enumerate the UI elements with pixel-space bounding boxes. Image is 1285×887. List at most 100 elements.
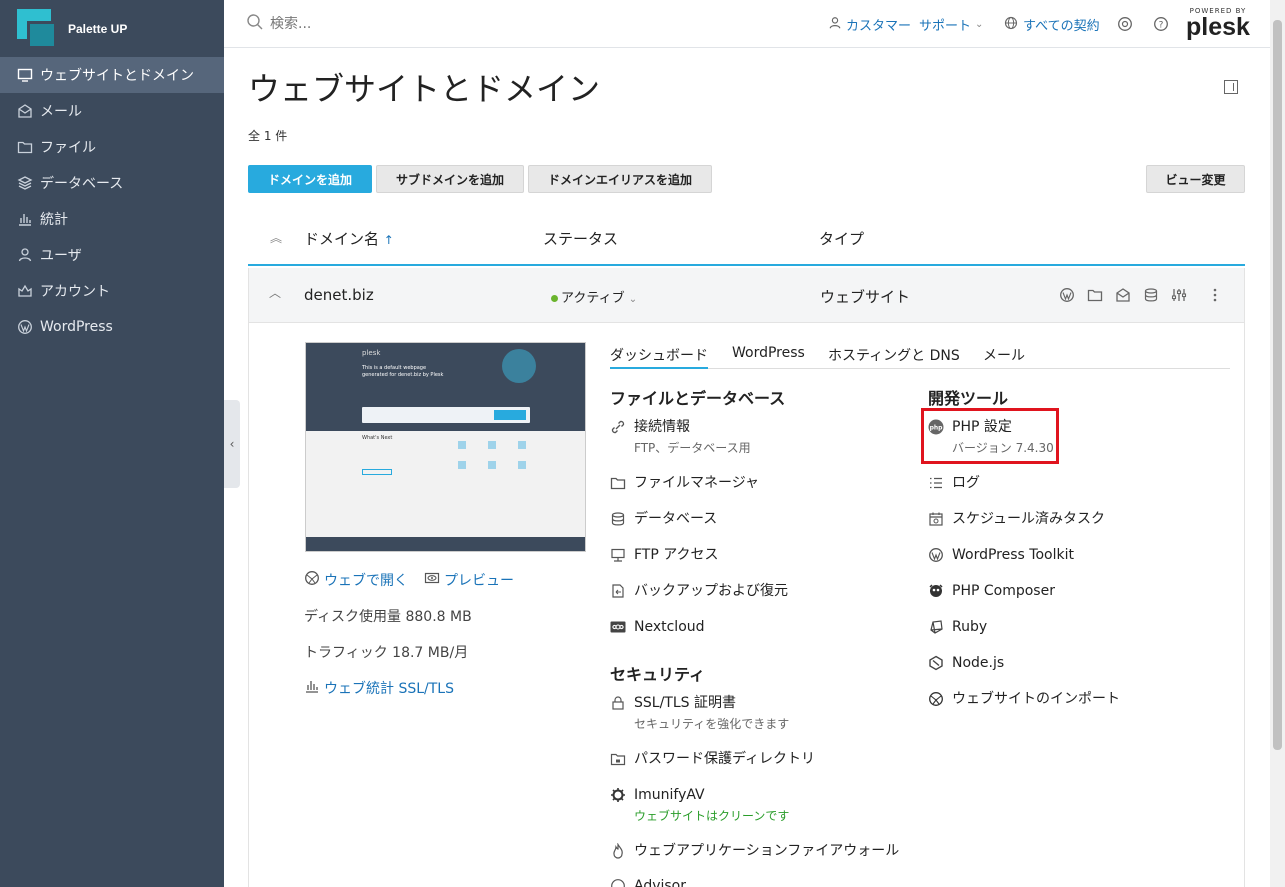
- sidebar-item-mail[interactable]: メール: [0, 93, 224, 129]
- sidebar-item-stats[interactable]: 統計: [0, 201, 224, 237]
- more-options-icon[interactable]: [1206, 286, 1224, 304]
- logs-tool[interactable]: ログ: [927, 474, 980, 492]
- imunifyav-tool[interactable]: ImunifyAV ウェブサイトはクリーンです: [609, 786, 789, 824]
- sidebar-item-wordpress[interactable]: WordPress: [0, 309, 224, 345]
- support-label: サポート: [919, 19, 972, 34]
- add-domain-button[interactable]: ドメインを追加: [248, 165, 372, 193]
- highlight-box: [921, 408, 1059, 464]
- advisor-tool[interactable]: Advisor: [609, 877, 686, 887]
- support-menu[interactable]: サポート ⌄: [919, 15, 983, 34]
- help-icon[interactable]: ?: [1152, 15, 1170, 33]
- tab-dashboard[interactable]: ダッシュボード: [610, 345, 708, 369]
- website-import-tool[interactable]: ウェブサイトのインポート: [927, 690, 1120, 708]
- page-scrollbar[interactable]: [1270, 0, 1285, 887]
- user-icon: [16, 246, 34, 264]
- scrollbar-thumb[interactable]: [1273, 20, 1282, 750]
- tab-mail[interactable]: メール: [983, 345, 1025, 369]
- folder-icon[interactable]: [1086, 286, 1104, 304]
- composer-icon: [927, 582, 945, 600]
- open-web-link[interactable]: ウェブで開く: [304, 570, 408, 590]
- status-badge[interactable]: アクティブ ⌄: [551, 287, 637, 306]
- col-type[interactable]: タイプ: [819, 228, 864, 249]
- preview-link[interactable]: プレビュー: [424, 570, 514, 590]
- search-input[interactable]: [270, 16, 470, 32]
- calendar-icon: [927, 510, 945, 528]
- import-icon: [927, 690, 945, 708]
- svg-text:?: ?: [1159, 21, 1164, 31]
- settings-sliders-icon[interactable]: [1170, 286, 1188, 304]
- tool-label: Node.js: [952, 655, 1005, 671]
- ftp-icon: [609, 546, 627, 564]
- panel-toggle-icon[interactable]: [1224, 80, 1238, 94]
- chevron-up-icon[interactable]: ︿: [269, 284, 281, 301]
- database-icon: [609, 510, 627, 528]
- tool-label: バックアップおよび復元: [634, 583, 788, 599]
- mail-icon: [16, 102, 34, 120]
- chevron-down-icon: ⌄: [628, 294, 638, 305]
- ftp-access-tool[interactable]: FTP アクセス: [609, 546, 719, 564]
- change-view-button[interactable]: ビュー変更: [1146, 165, 1245, 193]
- imunify-icon: [609, 786, 627, 804]
- subscriptions-menu[interactable]: すべての契約: [1004, 15, 1100, 34]
- connection-info-tool[interactable]: 接続情報 FTP、データベース用: [609, 418, 751, 456]
- thumbnail-hero: plesk This is a default webpage generate…: [306, 343, 585, 431]
- link-icon: [609, 418, 627, 436]
- collapse-all-icon[interactable]: ︽: [270, 229, 282, 246]
- nextcloud-tool[interactable]: Nextcloud: [609, 618, 705, 636]
- php-composer-tool[interactable]: PHP Composer: [927, 582, 1055, 600]
- tab-wordpress[interactable]: WordPress: [732, 345, 805, 369]
- add-alias-button[interactable]: ドメインエイリアスを追加: [528, 165, 712, 193]
- backup-tool[interactable]: バックアップおよび復元: [609, 582, 788, 600]
- ruby-tool[interactable]: Ruby: [927, 618, 987, 636]
- wordpress-icon: [16, 318, 34, 336]
- mail-icon[interactable]: [1114, 286, 1132, 304]
- sidebar-item-label: 統計: [40, 212, 68, 228]
- sidebar-item-databases[interactable]: データベース: [0, 165, 224, 201]
- domain-name[interactable]: denet.biz: [304, 286, 374, 304]
- tool-label: スケジュール済みタスク: [952, 511, 1106, 527]
- site-thumbnail[interactable]: plesk This is a default webpage generate…: [305, 342, 586, 552]
- flame-icon: [609, 842, 627, 860]
- databases-tool[interactable]: データベース: [609, 510, 717, 528]
- subscriptions-label: すべての契約: [1023, 19, 1100, 34]
- search-box: [246, 13, 470, 35]
- sidebar-item-label: メール: [40, 104, 82, 120]
- domain-tabs: ダッシュボード WordPress ホスティングと DNS メール: [610, 342, 1230, 369]
- ssl-tool[interactable]: SSL/TLS 証明書セキュリティを強化できます: [609, 694, 789, 732]
- tab-hosting-dns[interactable]: ホスティングと DNS: [828, 345, 960, 369]
- sidebar-item-account[interactable]: アカウント: [0, 273, 224, 309]
- tool-subtitle: セキュリティを強化できます: [634, 717, 790, 731]
- file-manager-tool[interactable]: ファイルマネージャ: [609, 474, 759, 492]
- nodejs-tool[interactable]: Node.js: [927, 654, 1004, 672]
- database-icon[interactable]: [1142, 286, 1160, 304]
- sidebar-collapse-button[interactable]: ‹: [224, 400, 240, 488]
- protected-dirs-tool[interactable]: パスワード保護ディレクトリ: [609, 750, 815, 768]
- tool-label: データベース: [634, 511, 718, 527]
- wp-toolkit-tool[interactable]: WordPress Toolkit: [927, 546, 1074, 564]
- tool-label: ウェブアプリケーションファイアウォール: [634, 843, 900, 859]
- thumbnail-illustration: [502, 349, 536, 383]
- col-domain[interactable]: ドメイン名 ↑: [304, 228, 394, 249]
- tool-label: SSL/TLS 証明書: [634, 695, 736, 711]
- customer-menu[interactable]: カスタマー: [828, 15, 911, 34]
- sidebar-item-websites[interactable]: ウェブサイトとドメイン: [0, 57, 224, 93]
- tool-subtitle: ウェブサイトはクリーンです: [634, 809, 790, 823]
- database-icon: [16, 174, 34, 192]
- col-status[interactable]: ステータス: [543, 228, 618, 249]
- folder-icon: [16, 138, 34, 156]
- add-subdomain-button[interactable]: サブドメインを追加: [376, 165, 524, 193]
- thumbnail-heading: This is a default webpage generated for …: [362, 365, 444, 378]
- eye-icon: [424, 570, 440, 590]
- tool-label: ログ: [952, 475, 980, 491]
- sidebar-item-files[interactable]: ファイル: [0, 129, 224, 165]
- wordpress-icon[interactable]: [1058, 286, 1076, 304]
- thumbnail-button: [362, 469, 392, 475]
- extensions-icon[interactable]: [1116, 15, 1134, 33]
- sidebar-item-users[interactable]: ユーザ: [0, 237, 224, 273]
- scheduled-tasks-tool[interactable]: スケジュール済みタスク: [927, 510, 1105, 528]
- waf-tool[interactable]: ウェブアプリケーションファイアウォール: [609, 842, 899, 860]
- tool-label: ウェブサイトのインポート: [952, 691, 1120, 707]
- brand[interactable]: Palette UP: [0, 0, 224, 57]
- web-stats-link[interactable]: ウェブ統計 SSL/TLS: [304, 678, 454, 698]
- tool-label: ファイルマネージャ: [634, 475, 760, 491]
